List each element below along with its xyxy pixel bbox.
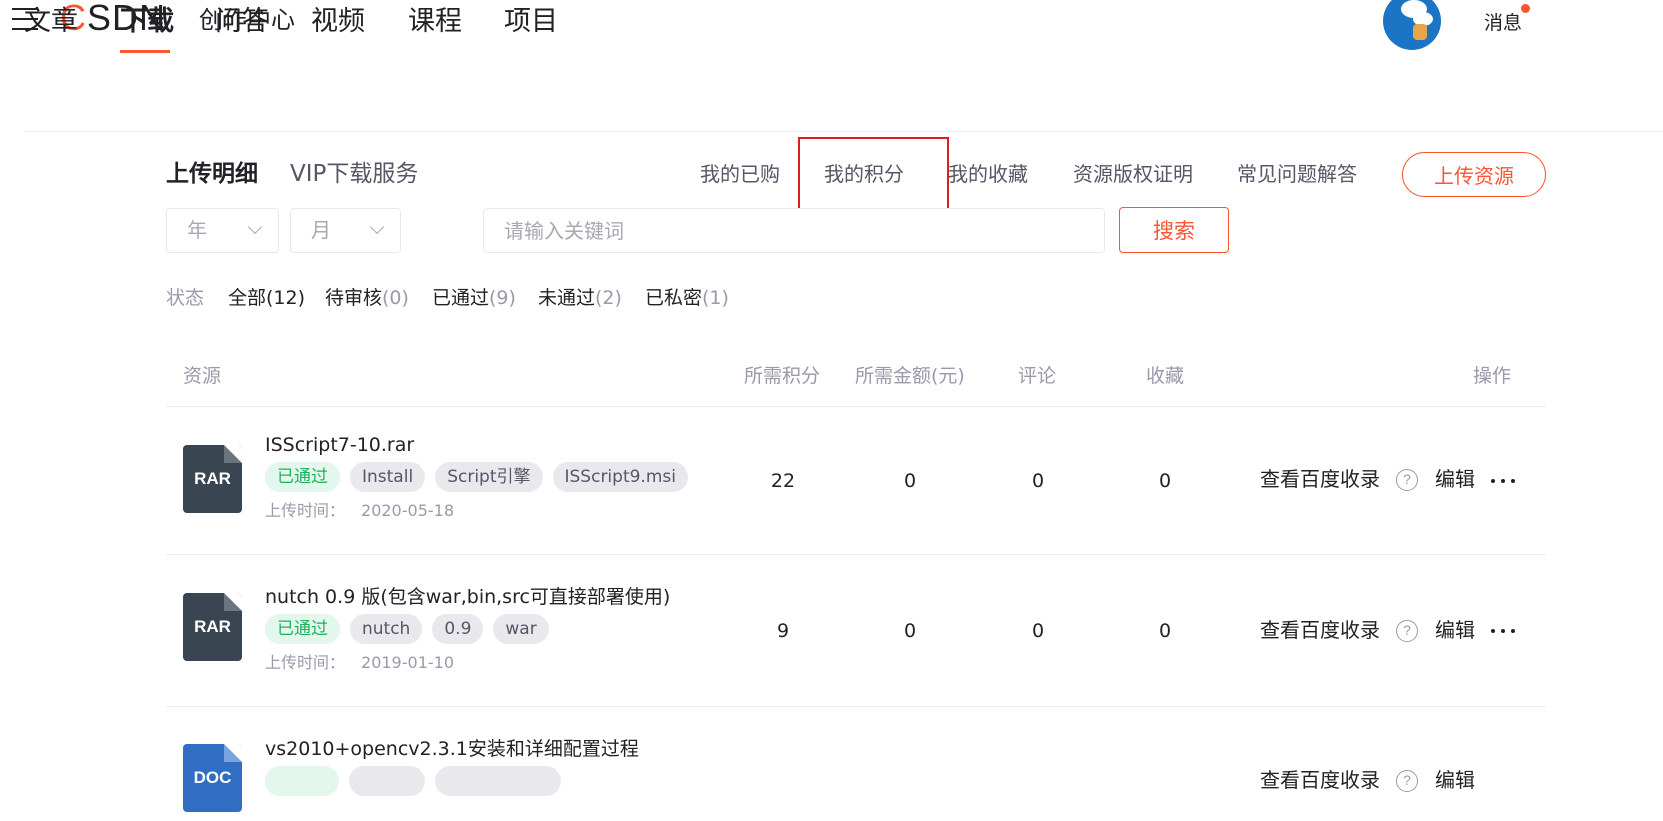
- tag[interactable]: [349, 766, 425, 796]
- view-baidu-index-link[interactable]: 查看百度收录: [1260, 466, 1380, 492]
- search-button[interactable]: 搜索: [1119, 207, 1229, 253]
- search-input[interactable]: [483, 208, 1105, 253]
- help-icon[interactable]: ?: [1396, 770, 1418, 792]
- help-icon[interactable]: ?: [1396, 620, 1418, 642]
- subnav-copyright[interactable]: 资源版权证明: [1073, 160, 1193, 188]
- column-header-price: 所需金额(元): [855, 365, 965, 387]
- resource-title[interactable]: vs2010+opencv2.3.1安装和详细配置过程: [265, 736, 639, 762]
- tab-articles[interactable]: 文章: [24, 0, 78, 44]
- status-private-count: (1): [702, 287, 729, 309]
- upload-date: 2020-05-18: [361, 501, 454, 520]
- status-all[interactable]: 全部(12): [228, 284, 305, 312]
- doc-file-icon: DOC: [183, 744, 242, 812]
- status-rejected-count: (2): [595, 287, 622, 309]
- tab-qa[interactable]: 问答: [215, 0, 269, 44]
- notification-dot: [1521, 4, 1530, 13]
- status-rejected[interactable]: 未通过(2): [538, 284, 622, 312]
- upload-time-label: 上传时间：: [265, 653, 346, 672]
- status-badge: [265, 766, 339, 796]
- subnav-purchased[interactable]: 我的已购: [700, 160, 780, 188]
- table-row: DOC vs2010+opencv2.3.1安装和详细配置过程 查看百度收录 ?…: [166, 707, 1546, 821]
- tag[interactable]: war: [493, 614, 549, 644]
- tag[interactable]: ISScript9.msi: [552, 462, 688, 492]
- tag[interactable]: [435, 766, 561, 796]
- status-private[interactable]: 已私密(1): [645, 284, 729, 312]
- year-select-value: 年: [187, 218, 207, 242]
- edit-button[interactable]: 编辑: [1435, 767, 1475, 793]
- column-header-actions: 操作: [1473, 365, 1512, 387]
- upload-date: 2019-01-10: [361, 653, 454, 672]
- tag[interactable]: Install: [350, 462, 426, 492]
- edit-button[interactable]: 编辑: [1435, 617, 1475, 643]
- upload-time-label: 上传时间：: [265, 501, 346, 520]
- status-all-count: (12): [266, 287, 306, 309]
- column-header-points: 所需积分: [744, 365, 821, 387]
- file-ext-label: RAR: [194, 469, 231, 488]
- tag[interactable]: 0.9: [432, 614, 484, 644]
- avatar[interactable]: [1383, 0, 1441, 50]
- rar-file-icon: RAR: [183, 445, 242, 513]
- more-icon[interactable]: [1491, 629, 1515, 635]
- tag-list: 已通过 nutch 0.9 war: [265, 614, 549, 644]
- active-tab-underline: [120, 50, 170, 53]
- edit-button[interactable]: 编辑: [1435, 466, 1475, 492]
- tag-list: [265, 766, 561, 796]
- comments-value: 0: [1031, 470, 1045, 492]
- status-badge: 已通过: [265, 614, 340, 644]
- chevron-down-icon: [369, 219, 385, 235]
- favorites-value: 0: [1158, 620, 1172, 642]
- subnav-faq[interactable]: 常见问题解答: [1237, 160, 1357, 188]
- points-value: 9: [776, 620, 790, 642]
- tab-courses[interactable]: 课程: [408, 0, 462, 44]
- status-rejected-label: 未通过: [538, 287, 596, 309]
- status-pending-label: 待审核: [325, 287, 383, 309]
- column-header-resource: 资源: [183, 365, 222, 387]
- tag[interactable]: nutch: [350, 614, 423, 644]
- status-approved-label: 已通过: [432, 287, 490, 309]
- tab-downloads[interactable]: 下载: [120, 0, 174, 44]
- chevron-down-icon: [247, 219, 263, 235]
- status-approved[interactable]: 已通过(9): [432, 284, 516, 312]
- favorites-value: 0: [1158, 470, 1172, 492]
- divider: [24, 131, 1663, 132]
- file-ext-label: RAR: [194, 617, 231, 636]
- view-baidu-index-link[interactable]: 查看百度收录: [1260, 617, 1380, 643]
- status-all-label: 全部: [228, 287, 267, 309]
- upload-time: 上传时间： 2020-05-18: [265, 500, 454, 522]
- price-value: 0: [903, 470, 917, 492]
- column-header-comments: 评论: [1018, 365, 1057, 387]
- month-select[interactable]: 月: [290, 208, 401, 253]
- rar-file-icon: RAR: [183, 593, 242, 661]
- status-private-label: 已私密: [645, 287, 703, 309]
- status-pending-count: (0): [382, 287, 409, 309]
- status-pending[interactable]: 待审核(0): [325, 284, 409, 312]
- year-select[interactable]: 年: [166, 208, 279, 253]
- comments-value: 0: [1031, 620, 1045, 642]
- upload-resource-button[interactable]: 上传资源: [1402, 152, 1546, 197]
- upload-time: 上传时间： 2019-01-10: [265, 652, 454, 674]
- status-approved-count: (9): [489, 287, 516, 309]
- tab-projects[interactable]: 项目: [504, 0, 558, 44]
- more-icon[interactable]: [1491, 479, 1515, 485]
- status-label: 状态: [166, 287, 205, 309]
- subnav-vip-download[interactable]: VIP下载服务: [290, 157, 418, 191]
- tag[interactable]: Script引擎: [435, 462, 543, 492]
- month-select-value: 月: [311, 218, 331, 242]
- points-value: 22: [770, 470, 796, 492]
- tag-list: 已通过 Install Script引擎 ISScript9.msi: [265, 462, 688, 492]
- resource-title[interactable]: nutch 0.9 版(包含war,bin,src可直接部署使用): [265, 584, 670, 610]
- messages-link[interactable]: 消息: [1484, 8, 1522, 35]
- column-header-favorites: 收藏: [1146, 365, 1185, 387]
- table-row: RAR ISScript7-10.rar 已通过 Install Script引…: [166, 403, 1546, 555]
- help-icon[interactable]: ?: [1396, 469, 1418, 491]
- resource-title[interactable]: ISScript7-10.rar: [265, 432, 414, 458]
- file-ext-label: DOC: [193, 768, 232, 787]
- tab-videos[interactable]: 视频: [311, 0, 365, 44]
- table-row: RAR nutch 0.9 版(包含war,bin,src可直接部署使用) 已通…: [166, 555, 1546, 707]
- view-baidu-index-link[interactable]: 查看百度收录: [1260, 767, 1380, 793]
- status-badge: 已通过: [265, 462, 340, 492]
- subnav-upload-detail[interactable]: 上传明细: [166, 157, 258, 191]
- price-value: 0: [903, 620, 917, 642]
- subnav-favorites[interactable]: 我的收藏: [948, 160, 1028, 188]
